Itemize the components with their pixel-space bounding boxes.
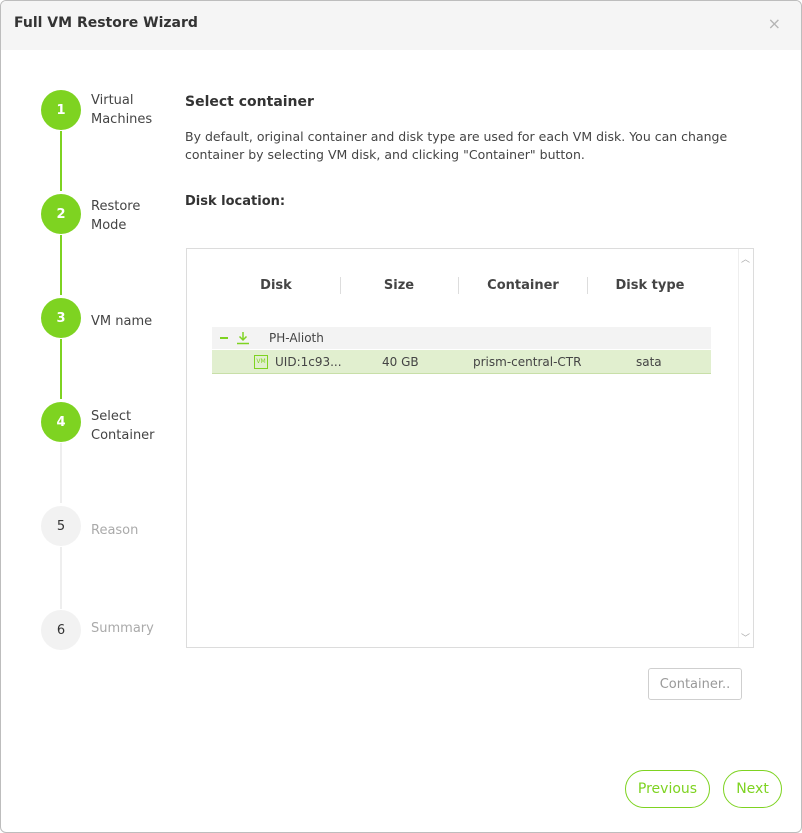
step-number: 4	[41, 402, 81, 442]
column-header-size[interactable]: Size	[369, 278, 429, 293]
column-divider	[587, 277, 588, 294]
step-connector	[60, 235, 62, 295]
section-description: By default, original container and disk …	[185, 129, 728, 162]
disk-table-panel: Disk Size Container Disk type PH-Alioth …	[186, 248, 754, 648]
cell-disk-type: sata	[636, 355, 662, 369]
previous-button[interactable]: Previous	[625, 770, 710, 808]
collapse-icon[interactable]	[220, 337, 228, 339]
table-row[interactable]: VM UID:1c93... 40 GB prism-central-CTR s…	[212, 350, 711, 374]
cell-size: 40 GB	[382, 355, 419, 369]
step-label: Reason	[91, 523, 139, 538]
step-number: 3	[41, 298, 81, 338]
step-connector	[60, 339, 62, 399]
cell-disk: UID:1c93...	[275, 355, 342, 369]
vm-disk-icon: VM	[254, 355, 268, 369]
column-header-disk[interactable]: Disk	[251, 278, 301, 293]
download-icon	[237, 332, 249, 345]
step-label: Virtual Machines	[91, 93, 153, 127]
restore-wizard-dialog: Full VM Restore Wizard × 1 Virtual Machi…	[0, 0, 802, 833]
step-vm-name[interactable]: 3 VM name	[41, 298, 181, 340]
step-summary: 6 Summary	[41, 610, 181, 652]
step-select-container[interactable]: 4 Select Container	[41, 402, 181, 444]
step-connector	[60, 547, 62, 609]
step-number: 5	[41, 506, 81, 546]
step-connector	[60, 443, 62, 503]
next-button[interactable]: Next	[723, 770, 782, 808]
cell-container: prism-central-CTR	[473, 355, 582, 369]
step-label: VM name	[91, 314, 153, 329]
column-divider	[458, 277, 459, 294]
step-number: 1	[41, 90, 81, 130]
table-scrollbar[interactable]: ︿ ﹀	[738, 249, 753, 647]
title-bar: Full VM Restore Wizard ×	[1, 1, 801, 50]
container-button[interactable]: Container..	[648, 668, 742, 700]
vm-group-row[interactable]: PH-Alioth	[212, 327, 711, 349]
section-heading: Select container	[185, 94, 314, 110]
scroll-up-icon[interactable]: ︿	[741, 252, 750, 265]
scroll-down-icon[interactable]: ﹀	[741, 631, 750, 644]
column-divider	[340, 277, 341, 294]
step-number: 2	[41, 194, 81, 234]
step-connector	[60, 131, 62, 191]
step-label: Restore Mode	[91, 199, 141, 233]
step-virtual-machines[interactable]: 1 Virtual Machines	[41, 90, 181, 132]
dialog-title: Full VM Restore Wizard	[14, 15, 198, 31]
column-header-disk-type[interactable]: Disk type	[605, 278, 695, 293]
vm-group-label: PH-Alioth	[269, 331, 324, 345]
step-number: 6	[41, 610, 81, 650]
column-header-container[interactable]: Container	[477, 278, 569, 293]
step-restore-mode[interactable]: 2 Restore Mode	[41, 194, 181, 236]
step-label: Summary	[91, 621, 154, 636]
step-label: Select Container	[91, 409, 155, 443]
step-reason: 5 Reason	[41, 506, 181, 548]
close-icon[interactable]: ×	[768, 14, 781, 33]
disk-location-label: Disk location:	[185, 194, 286, 209]
